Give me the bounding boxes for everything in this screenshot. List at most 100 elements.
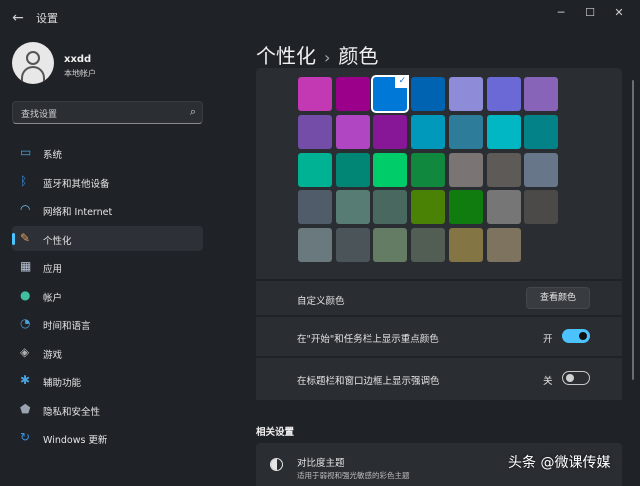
sidebar-item-6[interactable]: ◔ 时间和语言 — [12, 311, 203, 336]
monitor-icon: ▭ — [20, 145, 32, 159]
breadcrumb-separator: › — [324, 48, 331, 67]
watermark: 头条 @微课传媒 — [508, 455, 611, 471]
color-swatch[interactable]: ✓ — [371, 75, 410, 113]
color-swatch[interactable] — [373, 190, 408, 225]
sidebar-item-1[interactable]: ᛒ 蓝牙和其他设备 — [12, 169, 203, 194]
color-swatch[interactable] — [335, 77, 370, 111]
close-button[interactable]: ✕ — [606, 4, 632, 22]
start-taskbar-accent-toggle[interactable] — [562, 329, 590, 343]
shield-icon: ⬟ — [20, 401, 31, 416]
sidebar-item-10[interactable]: ↻ Windows 更新 — [12, 425, 203, 450]
sidebar-item-8[interactable]: ✱ 辅助功能 — [12, 368, 203, 393]
close-icon: ✕ — [614, 6, 624, 19]
color-swatch[interactable] — [486, 77, 521, 111]
sidebar-item-7[interactable]: ◈ 游戏 — [12, 340, 203, 365]
maximize-icon: ☐ — [585, 6, 595, 19]
color-swatch[interactable] — [373, 228, 408, 263]
account-type: 本地帐户 — [64, 69, 96, 78]
minimize-button[interactable]: ─ — [548, 4, 574, 22]
sidebar-item-label: 应用 — [43, 264, 63, 275]
color-swatch[interactable] — [486, 190, 521, 225]
color-swatch[interactable] — [524, 152, 559, 187]
color-swatch[interactable] — [486, 114, 521, 149]
avatar — [12, 42, 54, 84]
color-swatch[interactable] — [298, 114, 332, 149]
active-indicator — [12, 232, 15, 245]
color-swatch[interactable] — [335, 114, 370, 149]
brush-icon: ✎ — [20, 230, 31, 245]
sidebar-item-label: 蓝牙和其他设备 — [43, 178, 110, 190]
title-bar: ← 设置 ─ ☐ ✕ — [0, 0, 640, 34]
contrast-icon — [270, 458, 283, 471]
start-taskbar-accent-label: 在"开始"和任务栏上显示重点颜色 — [297, 334, 439, 345]
sidebar-item-2[interactable]: ◠ 网络和 Internet — [12, 197, 203, 222]
globe-clock-icon: ◔ — [20, 316, 31, 330]
minimize-icon: ─ — [557, 6, 565, 19]
user-name: xxdd — [64, 54, 92, 65]
color-swatch[interactable] — [298, 77, 332, 111]
sidebar-item-label: 网络和 Internet — [43, 207, 113, 218]
color-swatch[interactable] — [298, 228, 332, 263]
color-swatch[interactable] — [298, 152, 332, 187]
update-icon: ↻ — [20, 430, 31, 444]
gamepad-icon: ◈ — [20, 344, 30, 359]
breadcrumb-current: 颜色 — [338, 44, 379, 68]
sidebar-item-5[interactable]: ● 帐户 — [12, 283, 203, 308]
search-input[interactable]: 查找设置 ⌕ — [12, 101, 203, 124]
color-swatch[interactable] — [373, 152, 408, 187]
contrast-themes-title: 对比度主题 — [297, 458, 345, 469]
color-swatch[interactable] — [486, 228, 521, 263]
sidebar-item-4[interactable]: ▦ 应用 — [12, 254, 203, 279]
color-swatch[interactable] — [448, 190, 483, 225]
title-bar-accent-toggle[interactable] — [562, 371, 590, 385]
back-button[interactable]: ← — [8, 8, 28, 28]
sidebar-item-label: 辅助功能 — [43, 378, 82, 389]
color-swatch[interactable] — [524, 77, 559, 111]
maximize-button[interactable]: ☐ — [577, 4, 603, 22]
search-placeholder: 查找设置 — [21, 110, 58, 120]
color-swatch[interactable] — [486, 152, 521, 187]
related-settings-title: 相关设置 — [256, 427, 295, 438]
title-bar-toggle-state: 关 — [543, 376, 553, 387]
breadcrumb-parent[interactable]: 个性化 — [256, 44, 316, 68]
apps-icon: ▦ — [20, 259, 32, 273]
avatar-body — [21, 66, 45, 82]
checkmark-icon: ✓ — [395, 75, 410, 88]
sidebar-item-9[interactable]: ⬟ 隐私和安全性 — [12, 397, 203, 422]
bluetooth-icon: ᛒ — [20, 173, 28, 188]
page-title: 个性化 › 颜色 — [256, 40, 378, 69]
color-swatch[interactable] — [335, 228, 370, 263]
color-swatch[interactable] — [411, 228, 446, 263]
sidebar-item-label: Windows 更新 — [43, 435, 108, 446]
color-swatch[interactable] — [373, 114, 408, 149]
title-bar-accent-label: 在标题栏和窗口边框上显示强调色 — [297, 376, 440, 387]
custom-color-row: 自定义颜色 查看颜色 — [256, 281, 622, 315]
sidebar-item-label: 隐私和安全性 — [43, 406, 101, 418]
accessibility-icon: ✱ — [20, 373, 31, 387]
search-icon[interactable]: ⌕ — [190, 105, 196, 119]
title-bar-accent-row: 在标题栏和窗口边框上显示强调色 关 — [256, 358, 622, 400]
color-swatch[interactable] — [411, 77, 446, 111]
sidebar-item-3[interactable]: ✎ 个性化 — [12, 225, 203, 251]
wifi-icon: ◠ — [20, 202, 31, 216]
sidebar-item-label: 时间和语言 — [43, 321, 91, 332]
color-swatch[interactable] — [335, 190, 370, 225]
sidebar-item-0[interactable]: ▭ 系统 — [12, 140, 203, 165]
start-taskbar-accent-row: 在"开始"和任务栏上显示重点颜色 开 — [256, 317, 622, 356]
custom-color-label: 自定义颜色 — [297, 296, 345, 307]
sidebar-item-label: 游戏 — [43, 349, 63, 361]
color-swatch[interactable] — [411, 190, 446, 225]
person-icon: ● — [20, 287, 31, 302]
view-colors-button[interactable]: 查看颜色 — [526, 287, 590, 309]
color-swatch[interactable] — [524, 114, 559, 149]
color-swatch[interactable] — [411, 152, 446, 187]
color-swatch[interactable] — [448, 228, 483, 263]
color-swatch[interactable] — [335, 152, 370, 187]
color-swatch[interactable] — [524, 190, 559, 225]
color-swatch[interactable] — [448, 77, 483, 111]
color-swatch[interactable] — [298, 190, 332, 225]
scrollbar[interactable] — [632, 80, 634, 380]
color-swatch[interactable] — [448, 152, 483, 187]
color-swatch[interactable] — [411, 114, 446, 149]
color-swatch[interactable] — [448, 114, 483, 149]
